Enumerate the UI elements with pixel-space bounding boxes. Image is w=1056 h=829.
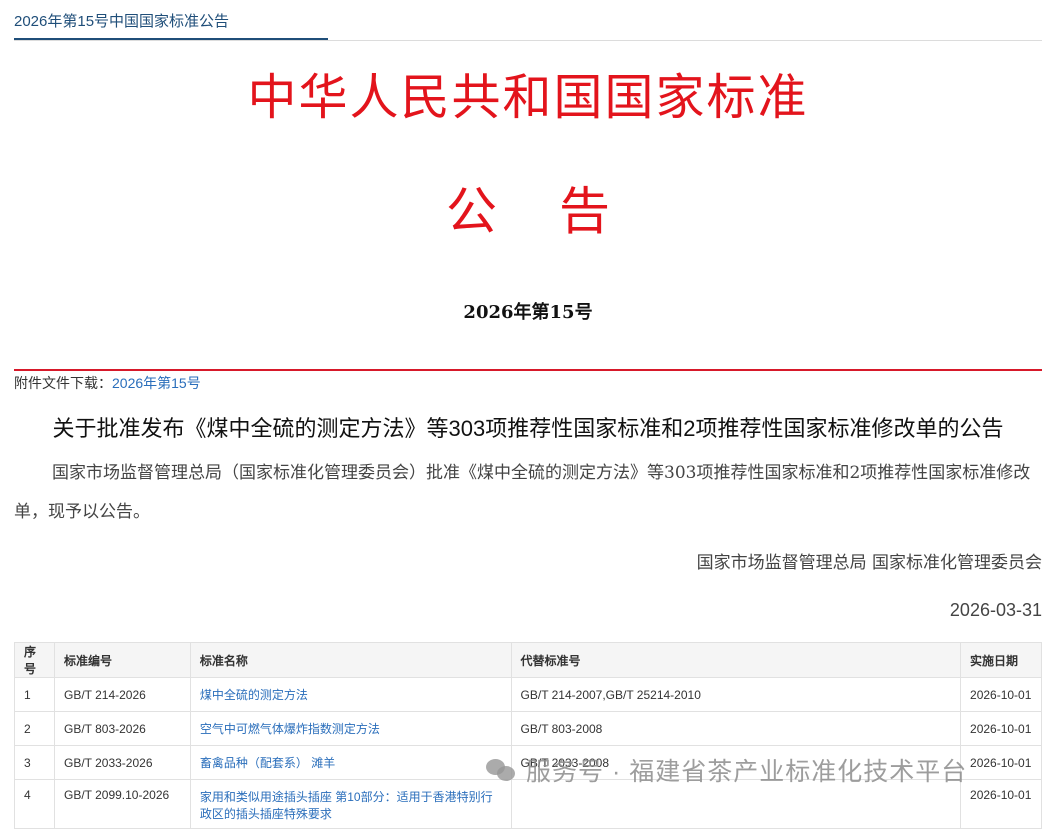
cell-date: 2026-10-01 <box>960 745 1042 780</box>
cell-name-link[interactable]: 煤中全硫的测定方法 <box>189 677 512 712</box>
issue-number: 2026年第15号 <box>463 302 593 323</box>
cell-index: 3 <box>14 745 55 780</box>
cell-code: GB/T 214-2026 <box>53 677 191 712</box>
cell-date: 2026-10-01 <box>960 779 1042 829</box>
attachment-link[interactable]: 2026年第15号 <box>112 375 201 391</box>
subtitle-char-1: 公 <box>445 183 497 242</box>
cell-code: GB/T 2033-2026 <box>53 745 191 780</box>
cell-date: 2026-10-01 <box>960 711 1042 746</box>
cell-name-link[interactable]: 畜禽品种（配套系） 滩羊 <box>189 745 512 780</box>
notice-date: 2026-03-31 <box>949 600 1042 620</box>
header-date: 实施日期 <box>960 642 1042 678</box>
cell-name-link[interactable]: 家用和类似用途插头插座 第10部分：适用于香港特别行政区的插头插座特殊要求 <box>189 779 512 829</box>
cell-replaced: GB/T 803-2008 <box>510 711 962 746</box>
tab-announcement[interactable]: 2026年第15号中国国家标准公告 <box>14 0 328 40</box>
watermark: 服务号 · 福建省茶产业标准化技术平台 <box>486 748 967 792</box>
header-name: 标准名称 <box>189 642 512 678</box>
cell-code: GB/T 2099.10-2026 <box>53 779 191 829</box>
header-code: 标准编号 <box>53 642 191 678</box>
divider <box>14 369 1042 371</box>
cell-index: 2 <box>14 711 55 746</box>
standards-table: 序号 标准编号 标准名称 代替标准号 实施日期 1 GB/T 214-2026 … <box>14 642 1042 829</box>
table-header-row: 序号 标准编号 标准名称 代替标准号 实施日期 <box>14 642 1042 678</box>
header-index: 序号 <box>14 642 55 678</box>
cell-name-link[interactable]: 空气中可燃气体爆炸指数测定方法 <box>189 711 512 746</box>
cell-index: 1 <box>14 677 55 712</box>
subtitle-char-2: 告 <box>559 183 611 242</box>
page-subtitle: 公告 <box>0 170 1056 244</box>
page-title: 中华人民共和国国家标准 <box>247 69 809 126</box>
cell-code: GB/T 803-2026 <box>53 711 191 746</box>
notice-signature: 国家市场监督管理总局 国家标准化管理委员会 <box>696 553 1042 573</box>
notice-body: 国家市场监督管理总局（国家标准化管理委员会）批准《煤中全硫的测定方法》等303项… <box>14 463 1031 522</box>
cell-date: 2026-10-01 <box>960 677 1042 712</box>
table-row: 1 GB/T 214-2026 煤中全硫的测定方法 GB/T 214-2007,… <box>14 677 1042 712</box>
cell-index: 4 <box>14 779 55 829</box>
header-replaced: 代替标准号 <box>510 642 962 678</box>
attachment-label: 附件文件下载： <box>14 375 112 391</box>
watermark-text: 服务号 · 福建省茶产业标准化技术平台 <box>526 758 968 786</box>
table-row: 2 GB/T 803-2026 空气中可燃气体爆炸指数测定方法 GB/T 803… <box>14 711 1042 746</box>
attachment-row: 附件文件下载：2026年第15号 <box>14 373 201 393</box>
wechat-icon <box>486 757 516 783</box>
tab-bar: 2026年第15号中国国家标准公告 <box>14 0 1042 41</box>
cell-replaced: GB/T 214-2007,GB/T 25214-2010 <box>510 677 962 712</box>
notice-heading: 关于批准发布《煤中全硫的测定方法》等303项推荐性国家标准和2项推荐性国家标准修… <box>52 416 1004 441</box>
